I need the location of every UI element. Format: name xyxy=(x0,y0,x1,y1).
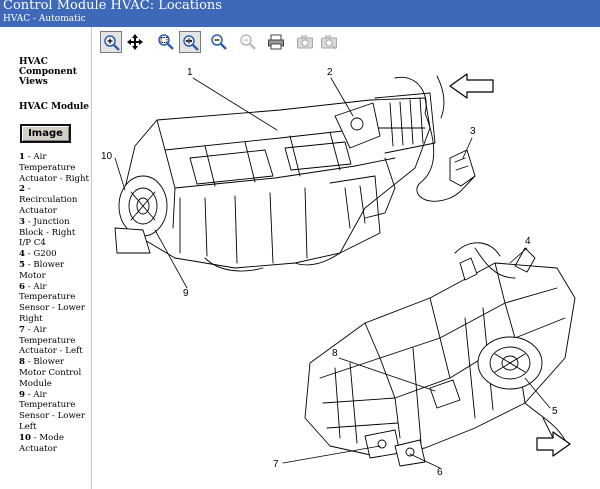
zoom-out-disabled-icon xyxy=(240,34,256,50)
direction-arrow-upper xyxy=(449,73,494,99)
legend-item: 8 - Blower Motor Control Module xyxy=(19,357,89,389)
callout-label: 7 xyxy=(273,459,279,470)
zoom-fit-icon xyxy=(183,35,199,51)
legend-item: 7 - Air Temperature Actuator - Left xyxy=(19,325,89,357)
callout-label: 5 xyxy=(552,406,558,417)
zoom-region-tool[interactable] xyxy=(155,31,177,53)
legend-item-separator: - xyxy=(24,184,31,195)
window-header: Control Module HVAC: Locations HVAC - Au… xyxy=(0,0,600,27)
zoom-out-tool[interactable] xyxy=(208,31,230,53)
pan-arrows-icon xyxy=(127,34,143,50)
legend-item: 9 - Air Temperature Sensor - Lower Left xyxy=(19,390,89,433)
camera-save-icon xyxy=(321,35,337,50)
pan-tool[interactable] xyxy=(124,31,146,53)
camera-icon xyxy=(297,35,313,49)
lower-hvac-case xyxy=(304,242,576,467)
copy-image-tool[interactable] xyxy=(294,31,316,53)
zoom-region-icon xyxy=(158,34,174,50)
callout-label: 4 xyxy=(525,236,531,247)
save-image-tool[interactable] xyxy=(318,31,340,53)
legend-item: 6 - Air Temperature Sensor - Lower Right xyxy=(19,282,89,325)
direction-arrow-lower xyxy=(536,431,571,457)
hvac-module-drawing: 1 2 3 4 5 6 7 8 9 10 xyxy=(101,67,576,478)
zoom-out-disabled-tool[interactable] xyxy=(237,31,259,53)
legend-item-label: G200 xyxy=(33,249,57,260)
image-button[interactable]: Image xyxy=(20,124,71,143)
zoom-out-icon xyxy=(211,34,227,50)
legend-item-label: Recirculation Actuator xyxy=(19,195,78,216)
component-legend: 1 - Air Temperature Actuator - Right 2 - … xyxy=(19,152,89,454)
legend-item-number: 10 xyxy=(19,432,31,443)
zoom-in-tool[interactable] xyxy=(100,31,122,53)
callout-label: 6 xyxy=(437,467,443,478)
page-title: Control Module HVAC: Locations xyxy=(3,0,222,13)
component-views-heading[interactable]: HVAC Component Views xyxy=(19,57,81,87)
fit-to-window-tool[interactable] xyxy=(179,31,201,53)
legend-item: 2 - Recirculation Actuator xyxy=(19,184,89,216)
callout-label: 9 xyxy=(183,288,189,299)
callout-label: 3 xyxy=(470,126,476,137)
print-tool[interactable] xyxy=(265,31,287,53)
zoom-in-icon xyxy=(104,35,120,51)
printer-icon xyxy=(268,34,284,50)
legend-item: 1 - Air Temperature Actuator - Right xyxy=(19,152,89,184)
callout-label: 8 xyxy=(332,348,338,359)
hvac-module-heading[interactable]: HVAC Module xyxy=(19,102,89,112)
legend-item: 10 - Mode Actuator xyxy=(19,433,89,455)
sidebar: HVAC Component Views HVAC Module Image 1… xyxy=(0,27,92,489)
callout-label: 10 xyxy=(101,151,113,162)
legend-item: 4 - G200 xyxy=(19,249,89,260)
page-subtitle: HVAC - Automatic xyxy=(3,14,86,24)
callout-label: 1 xyxy=(187,67,193,78)
callout-label: 2 xyxy=(327,67,333,78)
upper-hvac-case xyxy=(114,75,476,272)
legend-item: 5 - Blower Motor xyxy=(19,260,89,282)
legend-item: 3 - Junction Block - Right I/P C4 xyxy=(19,217,89,249)
